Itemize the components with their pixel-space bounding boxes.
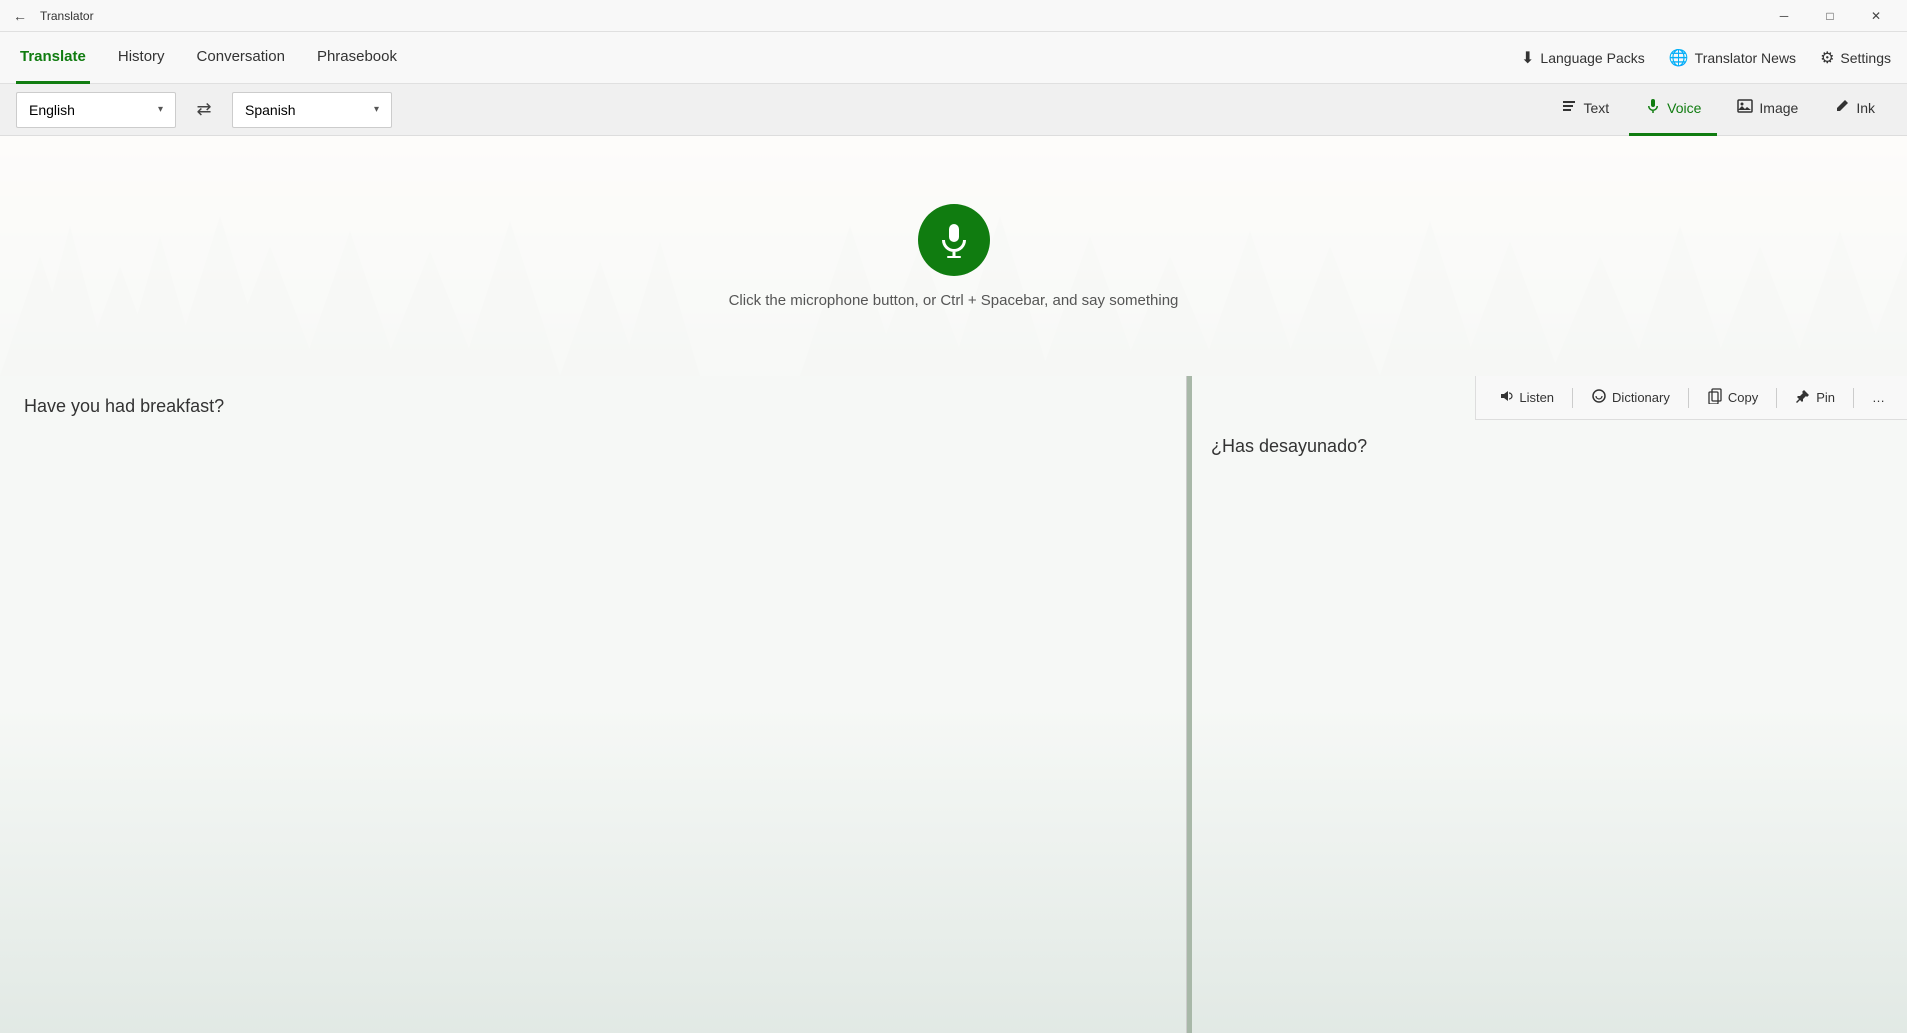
- toolbar-separator-1: [1572, 388, 1573, 408]
- speaker-icon: [1498, 388, 1514, 408]
- download-icon: ⬇: [1521, 48, 1534, 68]
- image-mode-icon: [1737, 98, 1753, 119]
- more-button[interactable]: …: [1862, 384, 1895, 411]
- voice-input-area: Click the microphone button, or Ctrl + S…: [0, 136, 1907, 376]
- listen-button[interactable]: Listen: [1488, 382, 1564, 414]
- close-button[interactable]: ✕: [1853, 0, 1899, 32]
- translation-panels: Listen Dictionary Copy Pin …: [0, 376, 1907, 1033]
- minimize-button[interactable]: ─: [1761, 0, 1807, 32]
- source-text: Have you had breakfast?: [24, 396, 224, 416]
- mode-voice-button[interactable]: Voice: [1629, 84, 1717, 136]
- target-panel-border: [1187, 376, 1192, 1033]
- mode-selector: Text Voice Image Ink: [1545, 84, 1891, 136]
- copy-button[interactable]: Copy: [1697, 382, 1768, 414]
- nav-right: ⬇ Language Packs 🌐 Translator News ⚙ Set…: [1521, 48, 1891, 68]
- ink-mode-icon: [1834, 98, 1850, 119]
- dictionary-icon: [1591, 388, 1607, 408]
- mode-text-button[interactable]: Text: [1545, 84, 1625, 136]
- maximize-button[interactable]: □: [1807, 0, 1853, 32]
- tab-conversation[interactable]: Conversation: [193, 32, 289, 84]
- toolbar-separator-4: [1853, 388, 1854, 408]
- target-text: ¿Has desayunado?: [1211, 436, 1367, 456]
- tab-phrasebook[interactable]: Phrasebook: [313, 32, 401, 84]
- lang-bar: English ▾ ⇄ Spanish ▾ Text Voice Image: [0, 84, 1907, 136]
- target-panel-bg: [1187, 376, 1907, 1033]
- gear-icon: ⚙: [1820, 48, 1834, 68]
- text-mode-icon: [1561, 98, 1577, 119]
- target-lang-select[interactable]: Spanish ▾: [232, 92, 392, 128]
- target-lang-chevron: ▾: [374, 104, 379, 115]
- toolbar-separator-2: [1688, 388, 1689, 408]
- source-lang-select[interactable]: English ▾: [16, 92, 176, 128]
- pin-icon: [1795, 388, 1811, 408]
- mic-hint-text: Click the microphone button, or Ctrl + S…: [729, 292, 1179, 309]
- tab-history[interactable]: History: [114, 32, 169, 84]
- settings-button[interactable]: ⚙ Settings: [1820, 48, 1891, 68]
- nav-bar: Translate History Conversation Phraseboo…: [0, 32, 1907, 84]
- source-lang-chevron: ▾: [158, 104, 163, 115]
- mic-area: Click the microphone button, or Ctrl + S…: [0, 136, 1907, 376]
- pin-button[interactable]: Pin: [1785, 382, 1845, 414]
- voice-mode-icon: [1645, 98, 1661, 119]
- mode-image-button[interactable]: Image: [1721, 84, 1814, 136]
- back-button[interactable]: ←: [8, 4, 32, 28]
- swap-languages-button[interactable]: ⇄: [188, 94, 220, 126]
- window-controls: ─ □ ✕: [1761, 0, 1899, 32]
- dictionary-button[interactable]: Dictionary: [1581, 382, 1680, 414]
- toolbar-separator-3: [1776, 388, 1777, 408]
- source-panel-bg: [0, 376, 1186, 1033]
- nav-tabs: Translate History Conversation Phraseboo…: [16, 32, 1521, 84]
- translation-toolbar: Listen Dictionary Copy Pin …: [1475, 376, 1907, 420]
- source-text-panel: Have you had breakfast?: [0, 376, 1187, 1033]
- translator-news-button[interactable]: 🌐 Translator News: [1669, 48, 1796, 68]
- microphone-button[interactable]: [918, 204, 990, 276]
- tab-translate[interactable]: Translate: [16, 32, 90, 84]
- target-text-panel: ¿Has desayunado?: [1187, 376, 1907, 1033]
- title-bar: ← Translator ─ □ ✕: [0, 0, 1907, 32]
- mode-ink-button[interactable]: Ink: [1818, 84, 1891, 136]
- language-packs-button[interactable]: ⬇ Language Packs: [1521, 48, 1645, 68]
- microphone-icon: [936, 222, 972, 258]
- globe-icon: 🌐: [1669, 48, 1689, 68]
- app-title: Translator: [40, 9, 1761, 23]
- copy-icon: [1707, 388, 1723, 408]
